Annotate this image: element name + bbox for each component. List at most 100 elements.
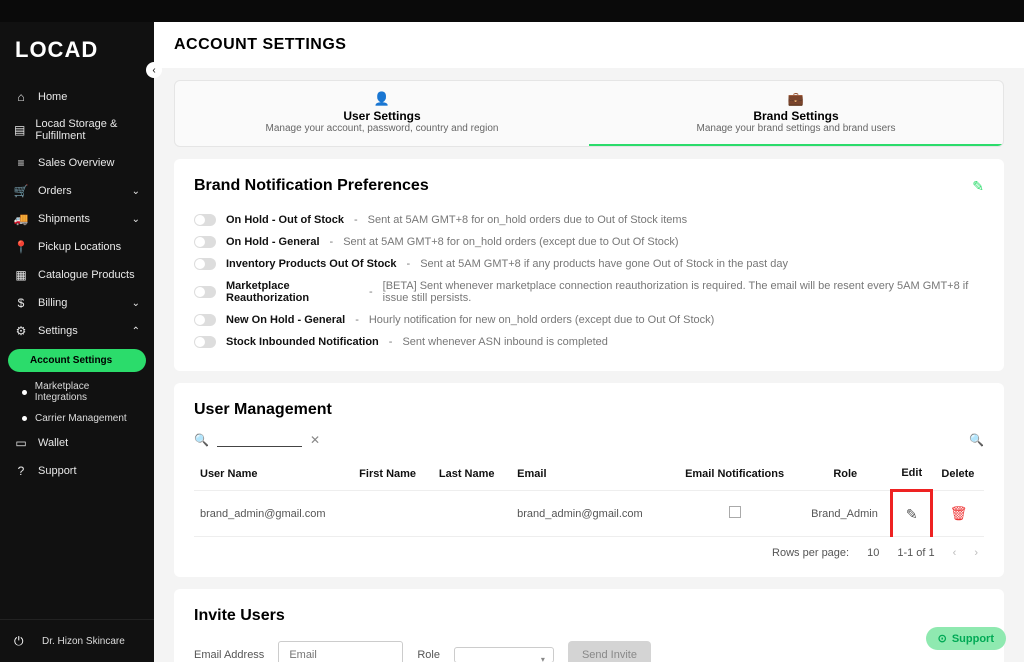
nav-carrier-management[interactable]: Carrier Management [0,408,154,429]
pref-row: Marketplace Reauthorization-[BETA] Sent … [194,275,984,309]
pref-row: On Hold - Out of Stock-Sent at 5AM GMT+8… [194,209,984,231]
collapse-sidebar-button[interactable]: ‹ [146,62,162,78]
dollar-icon: $ [14,296,28,310]
page-range: 1-1 of 1 [897,547,934,559]
invite-title: Invite Users [194,607,984,625]
tab-user-settings[interactable]: 👤 User Settings Manage your account, pas… [175,81,589,146]
cell-lastname [433,491,511,537]
edit-user-icon[interactable]: ✎ [906,506,918,522]
toggle[interactable] [194,286,216,298]
pref-row: On Hold - General-Sent at 5AM GMT+8 for … [194,231,984,253]
cell-email: brand_admin@gmail.com [511,491,670,537]
chevron-down-icon: ⌄ [132,186,140,197]
cell-firstname [353,491,433,537]
truck-icon: 🚚 [14,212,28,226]
col-notif: Email Notifications [670,457,799,491]
col-delete: Delete [932,457,984,491]
tab-title: Brand Settings [599,109,993,123]
search-input[interactable] [217,434,302,447]
nav-marketplace-integrations[interactable]: Marketplace Integrations [0,376,154,408]
tab-subtitle: Manage your account, password, country a… [185,123,579,134]
toggle[interactable] [194,314,216,326]
prefs-title: Brand Notification Preferences [194,177,429,195]
invite-email-input[interactable] [278,641,403,662]
user-management-card: User Management 🔍 ✕ 🔍 User Name First Na… [174,383,1004,577]
role-label: Role [417,649,440,661]
email-label: Email Address [194,649,264,661]
pin-icon: 📍 [14,240,28,254]
toggle[interactable] [194,258,216,270]
gear-icon: ⚙ [14,324,28,338]
nav-account-settings[interactable]: Account Settings [8,349,146,372]
pref-row: New On Hold - General-Hourly notificatio… [194,309,984,331]
cell-role: Brand_Admin [799,491,892,537]
next-page-icon[interactable]: › [974,547,978,559]
col-role: Role [799,457,892,491]
edit-prefs-icon[interactable]: ✎ [972,178,984,195]
sidebar-footer: ⏻ Dr. Hizon Skincare [0,619,154,662]
pagination: Rows per page: 10 1-1 of 1 ‹ › [194,537,984,559]
page-title: ACCOUNT SETTINGS [174,36,1004,54]
tab-brand-settings[interactable]: 💼 Brand Settings Manage your brand setti… [589,81,1003,146]
logo: LOCAD [0,22,154,83]
table-row: brand_admin@gmail.com brand_admin@gmail.… [194,491,984,537]
search-icon[interactable]: 🔍 [194,433,209,447]
sales-icon: ≡ [14,156,28,170]
notif-checkbox[interactable] [729,506,741,518]
pref-row: Stock Inbounded Notification-Sent whenev… [194,331,984,353]
support-icon: ⊙ [938,632,947,645]
nav-storage[interactable]: ▤Locad Storage & Fulfillment [0,111,154,149]
help-icon: ? [14,464,28,478]
clear-search-icon[interactable]: ✕ [310,433,320,447]
cart-icon: 🛒 [14,184,28,198]
col-firstname: First Name [353,457,433,491]
invite-users-card: Invite Users Email Address Role Send Inv… [174,589,1004,662]
nav-shipments[interactable]: 🚚Shipments⌄ [0,205,154,233]
prev-page-icon[interactable]: ‹ [953,547,957,559]
col-lastname: Last Name [433,457,511,491]
tab-subtitle: Manage your brand settings and brand use… [599,123,993,134]
nav-settings[interactable]: ⚙Settings⌃ [0,317,154,345]
nav-orders[interactable]: 🛒Orders⌄ [0,177,154,205]
col-username: User Name [194,457,353,491]
nav-pickup[interactable]: 📍Pickup Locations [0,233,154,261]
toggle[interactable] [194,214,216,226]
users-title: User Management [194,401,984,419]
storage-icon: ▤ [14,123,25,137]
col-edit: Edit [892,457,932,491]
cell-username: brand_admin@gmail.com [194,491,353,537]
tab-title: User Settings [185,109,579,123]
col-email: Email [511,457,670,491]
wallet-icon: ▭ [14,436,28,450]
toggle[interactable] [194,336,216,348]
chevron-up-icon: ⌃ [132,326,140,337]
pref-row: Inventory Products Out Of Stock-Sent at … [194,253,984,275]
users-table: User Name First Name Last Name Email Ema… [194,457,984,537]
catalogue-icon: ▦ [14,268,28,282]
notification-prefs-card: Brand Notification Preferences ✎ On Hold… [174,159,1004,371]
briefcase-icon: 💼 [599,91,993,107]
delete-user-icon[interactable]: 🗑 [950,505,968,521]
settings-tabs: 👤 User Settings Manage your account, pas… [174,80,1004,147]
nav-support[interactable]: ?Support [0,457,154,485]
main-content: ACCOUNT SETTINGS 👤 User Settings Manage … [154,22,1024,662]
brand-name: Dr. Hizon Skincare [42,636,125,647]
nav-billing[interactable]: $Billing⌄ [0,289,154,317]
power-icon[interactable]: ⏻ [14,634,28,648]
send-invite-button[interactable]: Send Invite [568,641,651,662]
sidebar: LOCAD ‹ ⌂Home ▤Locad Storage & Fulfillme… [0,22,154,662]
chevron-down-icon: ⌄ [132,298,140,309]
search-icon-right[interactable]: 🔍 [969,433,984,447]
nav-wallet[interactable]: ▭Wallet [0,429,154,457]
nav-sales[interactable]: ≡Sales Overview [0,149,154,177]
nav-home[interactable]: ⌂Home [0,83,154,111]
home-icon: ⌂ [14,90,28,104]
invite-role-select[interactable] [454,647,554,662]
rows-per-page-value[interactable]: 10 [867,547,879,559]
rows-per-page-label: Rows per page: [772,547,849,559]
nav-catalogue[interactable]: ▦Catalogue Products [0,261,154,289]
user-icon: 👤 [185,91,579,107]
toggle[interactable] [194,236,216,248]
support-button[interactable]: ⊙ Support [926,627,1006,650]
chevron-down-icon: ⌄ [132,214,140,225]
